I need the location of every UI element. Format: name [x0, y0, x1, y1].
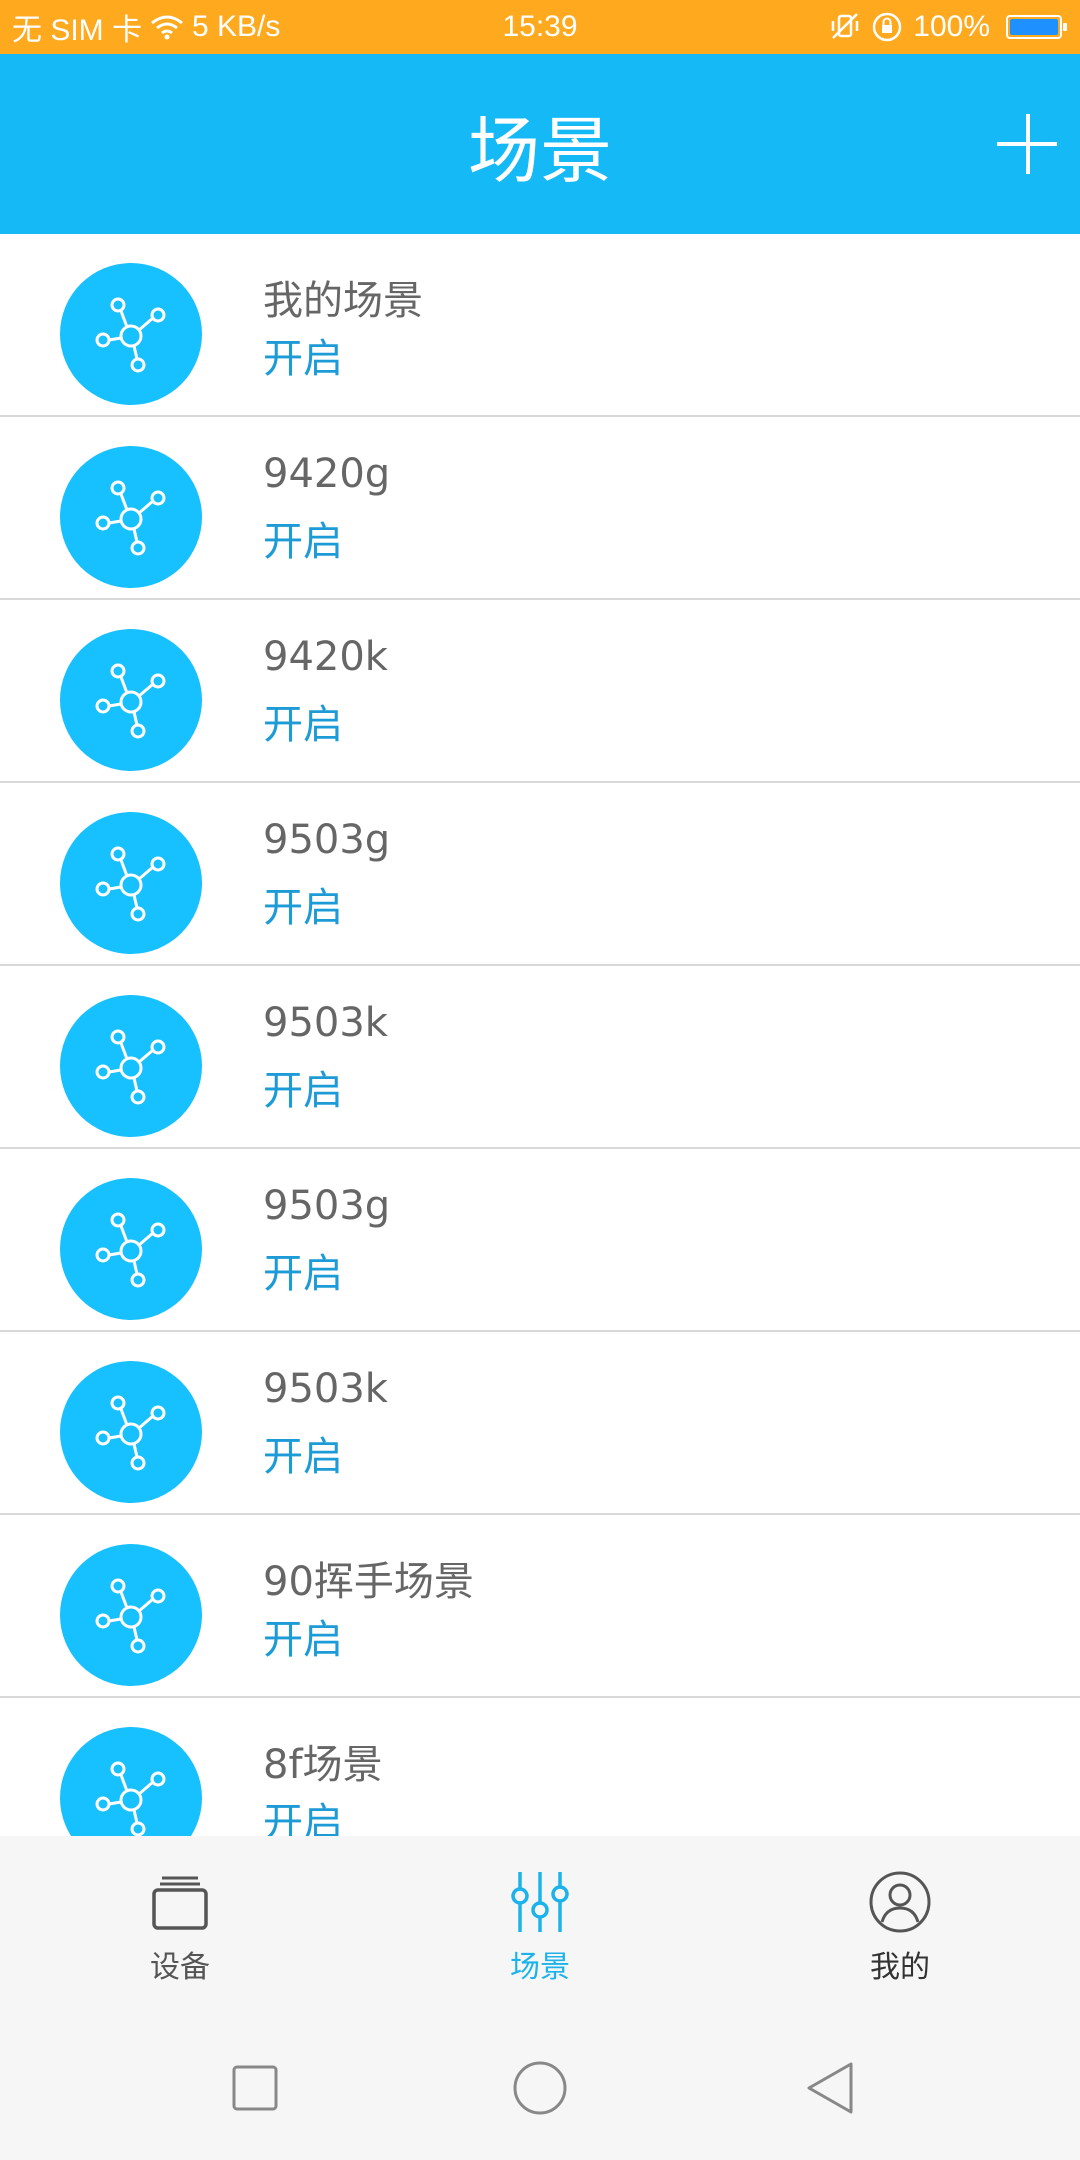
battery-text: 100% — [913, 10, 990, 43]
scene-status: 开启 — [263, 702, 343, 748]
scene-status: 开启 — [263, 1617, 343, 1663]
profile-icon — [869, 1871, 931, 1933]
tab-me-label: 我的 — [870, 1950, 930, 1985]
scene-node-icon — [95, 1029, 166, 1105]
scene-node-icon — [95, 1761, 166, 1836]
scene-node-icon — [95, 663, 166, 739]
bottom-tab-bar: 设备 场景 我的 — [0, 1836, 1080, 2016]
scene-node-icon — [95, 1212, 166, 1288]
tab-devices[interactable]: 设备 — [80, 1836, 280, 2016]
scene-node-icon — [95, 480, 166, 556]
rotation-lock-icon — [873, 12, 902, 42]
scene-avatar — [60, 1361, 202, 1503]
scene-row[interactable]: 9503g 开启 — [0, 1149, 1080, 1332]
add-scene-button[interactable] — [992, 109, 1062, 179]
scene-row[interactable]: 9503k 开启 — [0, 1332, 1080, 1515]
scene-name: 90挥手场景 — [263, 1559, 474, 1605]
scene-name: 9420k — [263, 634, 388, 680]
scene-avatar — [60, 995, 202, 1137]
scene-name: 9503g — [263, 1183, 391, 1229]
scene-status: 开启 — [263, 885, 343, 931]
tab-scenes[interactable]: 场景 — [440, 1836, 640, 2016]
scene-name: 9503k — [263, 1000, 388, 1046]
scene-status: 开启 — [263, 1251, 343, 1297]
scene-row[interactable]: 9503g 开启 — [0, 783, 1080, 966]
scene-avatar — [60, 1544, 202, 1686]
scene-row[interactable]: 9420g 开启 — [0, 417, 1080, 600]
recent-apps-icon[interactable] — [219, 2052, 291, 2124]
scene-name: 我的场景 — [263, 278, 423, 324]
scene-node-icon — [95, 1578, 166, 1654]
scene-row[interactable]: 我的场景 开启 — [0, 234, 1080, 417]
back-icon[interactable] — [795, 2052, 867, 2124]
scene-name: 8f场景 — [263, 1742, 383, 1788]
vibrate-off-icon — [832, 13, 859, 39]
system-nav-bar — [0, 2016, 1080, 2160]
status-right: 100% — [829, 0, 1067, 54]
page-title: 场景 — [467, 108, 612, 193]
scene-avatar — [60, 812, 202, 954]
home-icon[interactable] — [504, 2052, 576, 2124]
scene-node-icon — [95, 297, 166, 373]
tab-devices-label: 设备 — [150, 1950, 210, 1985]
status-bar: 无 SIM 卡 5 KB/s 15:39 100% — [0, 0, 1080, 54]
scene-status: 开启 — [263, 1068, 343, 1114]
scene-status: 开启 — [263, 336, 343, 382]
scene-avatar — [60, 1178, 202, 1320]
scene-avatar — [60, 629, 202, 771]
scene-status: 开启 — [263, 1800, 343, 1836]
scene-avatar — [60, 263, 202, 405]
device-icon — [152, 1876, 208, 1930]
tab-me[interactable]: 我的 — [800, 1836, 1000, 2016]
scene-node-icon — [95, 1395, 166, 1471]
app-header: 场景 — [0, 54, 1080, 234]
scene-node-icon — [95, 846, 166, 922]
scene-avatar — [60, 1727, 202, 1836]
scene-avatar — [60, 446, 202, 588]
scene-name: 9503k — [263, 1366, 388, 1412]
scene-status: 开启 — [263, 1434, 343, 1480]
scene-row[interactable]: 9420k 开启 — [0, 600, 1080, 783]
sliders-icon — [511, 1872, 569, 1932]
battery-fill — [1010, 19, 1058, 35]
clock-text: 15:39 — [502, 10, 578, 43]
scene-row[interactable]: 8f场景开启 — [0, 1698, 1080, 1836]
scene-row[interactable]: 90挥手场景 开启 — [0, 1515, 1080, 1698]
scene-status: 开启 — [263, 519, 343, 565]
scene-list[interactable]: 我的场景开启 9420g 开启 9420k 开启 9503g 开启 9503k 开启 9503g 开… — [0, 234, 1080, 1836]
scene-row[interactable]: 9503k 开启 — [0, 966, 1080, 1149]
scene-name: 9420g — [263, 451, 391, 497]
scene-name: 9503g — [263, 817, 391, 863]
tab-scenes-label: 场景 — [510, 1950, 570, 1985]
battery-icon — [1006, 15, 1067, 39]
